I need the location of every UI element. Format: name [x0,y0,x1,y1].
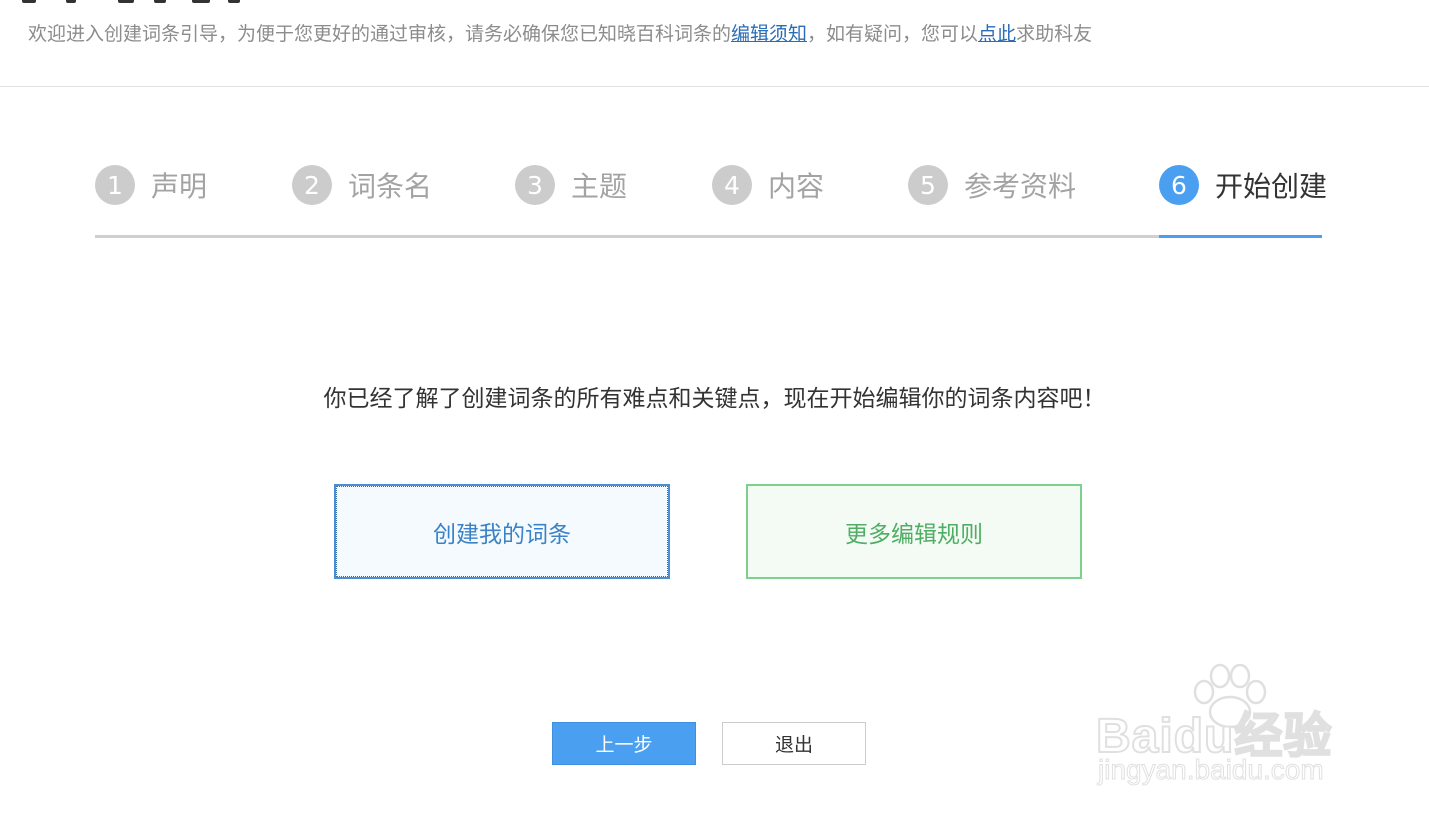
step-3-topic: 3 主题 [515,164,627,206]
step-1-declaration: 1 声明 [95,164,207,206]
step-5-references: 5 参考资料 [908,164,1076,206]
notice-text-after: 求助科友 [1016,23,1093,45]
header-divider [0,86,1429,87]
step-label: 参考资料 [964,170,1077,203]
step-label: 声明 [151,170,208,203]
completion-message: 你已经了解了创建词条的所有难点和关键点，现在开始编辑你的词条内容吧！ [323,386,1106,412]
notice-text-before: 欢迎进入创建词条引导，为便于您更好的通过审核，请务必确保您已知晓百科词条的 [28,23,732,45]
step-6-start-creating: 6 开始创建 [1159,164,1327,206]
step-number: 6 [1159,165,1199,205]
create-entry-button[interactable]: 创建我的词条 [334,484,670,579]
notice-text-middle: ，如有疑问，您可以 [807,23,979,45]
step-progress: 1 声明 2 词条名 3 主题 4 内容 5 参考资料 6 开始创建 [95,160,1327,238]
more-rules-button[interactable]: 更多编辑规则 [746,484,1082,579]
step-number: 1 [95,165,135,205]
step-label: 主题 [571,170,628,203]
step-number: 3 [515,165,555,205]
editing-guidelines-link[interactable]: 编辑须知 [731,23,807,45]
baidu-jingyan-watermark: Baidu经验 jingyan.baidu.com [1095,662,1358,792]
step-number: 2 [292,165,332,205]
previous-step-button[interactable]: 上一步 [552,722,696,765]
step-number: 5 [908,165,948,205]
step-number: 4 [712,165,752,205]
guide-notice: 欢迎进入创建词条引导，为便于您更好的通过审核，请务必确保您已知晓百科词条的编辑须… [28,19,1092,49]
step-4-content: 4 内容 [712,164,824,206]
step-progress-track [95,235,1322,238]
active-step-indicator [1159,235,1322,238]
step-label: 内容 [768,170,825,203]
ask-help-link[interactable]: 点此 [978,23,1016,45]
step-label: 开始创建 [1215,170,1328,203]
watermark-url: jingyan.baidu.com [1098,754,1325,786]
step-2-entry-name: 2 词条名 [292,164,432,206]
cropped-title-remnant [22,0,252,3]
guide-page: 欢迎进入创建词条引导，为便于您更好的通过审核，请务必确保您已知晓百科词条的编辑须… [0,0,1429,819]
step-label: 词条名 [348,170,433,203]
exit-button[interactable]: 退出 [722,722,866,765]
